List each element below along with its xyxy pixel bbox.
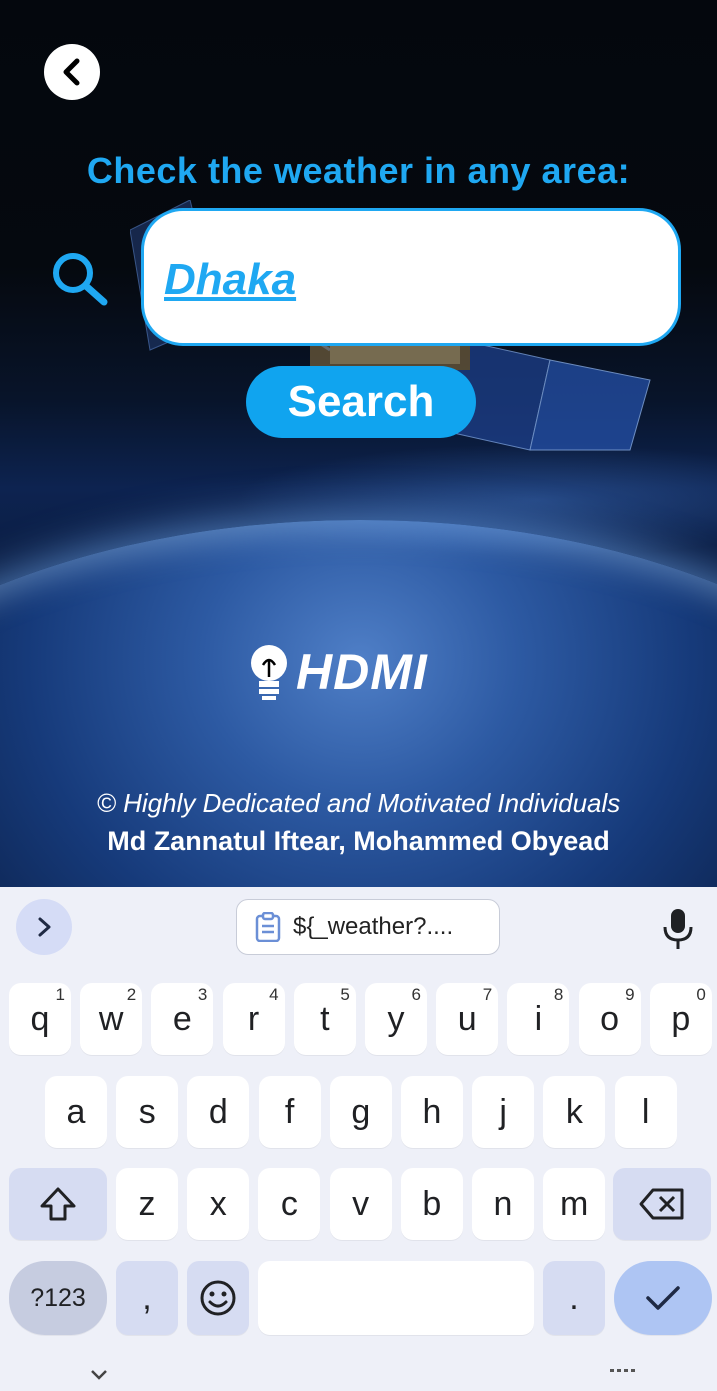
key-p-hint: 0 (696, 985, 706, 1004)
keyboard-toolbar: ${_weather?.... (0, 887, 717, 971)
key-g[interactable]: g (329, 1076, 392, 1148)
page-headline: Check the weather in any area: (86, 150, 631, 191)
shift-key[interactable] (9, 1168, 107, 1240)
back-button[interactable] (44, 44, 100, 100)
shift-icon (40, 1187, 76, 1221)
key-e-label: e (172, 999, 192, 1038)
lightbulb-icon (251, 645, 287, 700)
backspace-key[interactable] (613, 1168, 711, 1240)
key-r-hint: 4 (269, 985, 279, 1004)
credit-line-organization: © Highly Dedicated and Motivated Individ… (96, 788, 621, 818)
key-i-hint: 8 (553, 985, 564, 1004)
chevron-right-icon (38, 917, 51, 937)
key-j-label: j (499, 1092, 507, 1131)
comma-key[interactable]: , (116, 1261, 178, 1335)
key-v-label: v (352, 1184, 370, 1223)
navigation-bar (0, 1361, 717, 1391)
enter-key[interactable] (614, 1261, 712, 1335)
key-s[interactable]: s (116, 1076, 179, 1148)
key-n[interactable]: n (472, 1168, 534, 1240)
key-n-label: n (493, 1184, 513, 1223)
key-q[interactable]: q1 (9, 983, 71, 1055)
key-h-label: h (422, 1092, 442, 1131)
search-button[interactable]: Search (246, 366, 476, 438)
keyboard-hide-icon[interactable] (88, 1365, 110, 1387)
key-i-label: i (534, 999, 543, 1038)
key-q-label: q (30, 999, 50, 1038)
key-c-label: c (280, 1184, 298, 1223)
key-x[interactable]: x (187, 1168, 250, 1240)
backspace-icon (639, 1188, 684, 1220)
key-t-label: t (320, 999, 330, 1038)
key-k-label: k (565, 1092, 583, 1131)
clipboard-suggestion-chip[interactable]: ${_weather?.... (236, 899, 500, 955)
key-w-hint: 2 (126, 985, 137, 1004)
key-t-hint: 5 (340, 985, 350, 1004)
key-u[interactable]: u7 (436, 983, 499, 1055)
emoji-key[interactable] (187, 1261, 249, 1335)
key-u-hint: 7 (482, 985, 493, 1004)
clipboard-icon (255, 912, 281, 942)
chevron-left-icon (63, 58, 80, 86)
key-b-label: b (422, 1184, 442, 1223)
key-y[interactable]: y6 (365, 983, 427, 1055)
keyboard-expand-button[interactable] (16, 899, 72, 955)
checkmark-icon (646, 1286, 680, 1310)
key-a-label: a (66, 1092, 86, 1131)
key-f-label: f (284, 1092, 295, 1131)
key-a[interactable]: a (45, 1076, 107, 1148)
symbols-key[interactable]: ?123 (9, 1261, 107, 1335)
key-v[interactable]: v (329, 1168, 392, 1240)
key-p[interactable]: p0 (649, 983, 712, 1055)
hdmi-logo: HDMI (248, 642, 472, 702)
key-w[interactable]: w2 (80, 983, 143, 1055)
key-r[interactable]: r4 (222, 983, 285, 1055)
key-o-hint: 9 (625, 985, 635, 1004)
key-b[interactable]: b (400, 1168, 463, 1240)
search-input-value: Dhaka (164, 255, 297, 304)
key-z[interactable]: z (116, 1168, 178, 1240)
key-y-label: y (387, 999, 405, 1038)
key-r-label: r (247, 999, 260, 1038)
space-key[interactable] (258, 1261, 534, 1335)
key-g-label: g (351, 1092, 371, 1131)
soft-keyboard: ${_weather?.... ?123 , . q 1 w 2 e 3 r 4… (0, 887, 717, 1391)
logo-text: HDMI (296, 644, 428, 700)
key-c[interactable]: c (258, 1168, 321, 1240)
key-m-label: m (560, 1184, 589, 1223)
emoji-icon (200, 1280, 236, 1316)
search-icon (53, 253, 108, 306)
key-h[interactable]: h (401, 1076, 463, 1148)
key-y-hint: 6 (411, 985, 421, 1004)
weather-app-screen: Check the weather in any area: Dhaka Sea… (0, 0, 717, 887)
clipboard-chip-text: ${_weather?.... (293, 913, 454, 940)
microphone-icon[interactable] (660, 907, 696, 951)
key-x-label: x (209, 1184, 227, 1223)
key-o[interactable]: o9 (578, 983, 641, 1055)
key-f[interactable]: f (258, 1076, 321, 1148)
key-l[interactable]: l (614, 1076, 677, 1148)
key-p-label: p (671, 999, 691, 1038)
keyboard-switch-icon[interactable] (608, 1367, 640, 1387)
key-j[interactable]: j (472, 1076, 535, 1148)
key-z-label: z (138, 1184, 156, 1223)
key-u-label: u (457, 999, 477, 1038)
key-s-label: s (138, 1092, 156, 1131)
credit-line-authors: Md Zannatul Iftear, Mohammed Obyead (107, 826, 610, 856)
key-o-label: o (600, 999, 620, 1038)
key-m[interactable]: m (543, 1168, 606, 1240)
key-k[interactable]: k (543, 1076, 606, 1148)
key-e-hint: 3 (197, 985, 208, 1004)
key-t[interactable]: t5 (293, 983, 356, 1055)
key-w-label: w (98, 999, 124, 1038)
key-q-hint: 1 (55, 985, 65, 1004)
key-e[interactable]: e3 (151, 983, 214, 1055)
city-search-input[interactable]: Dhaka (141, 208, 681, 346)
key-d[interactable]: d (187, 1076, 250, 1148)
period-key[interactable]: . (543, 1261, 605, 1335)
key-i[interactable]: i8 (507, 983, 570, 1055)
key-l-label: l (641, 1092, 650, 1131)
key-d-label: d (208, 1092, 228, 1131)
